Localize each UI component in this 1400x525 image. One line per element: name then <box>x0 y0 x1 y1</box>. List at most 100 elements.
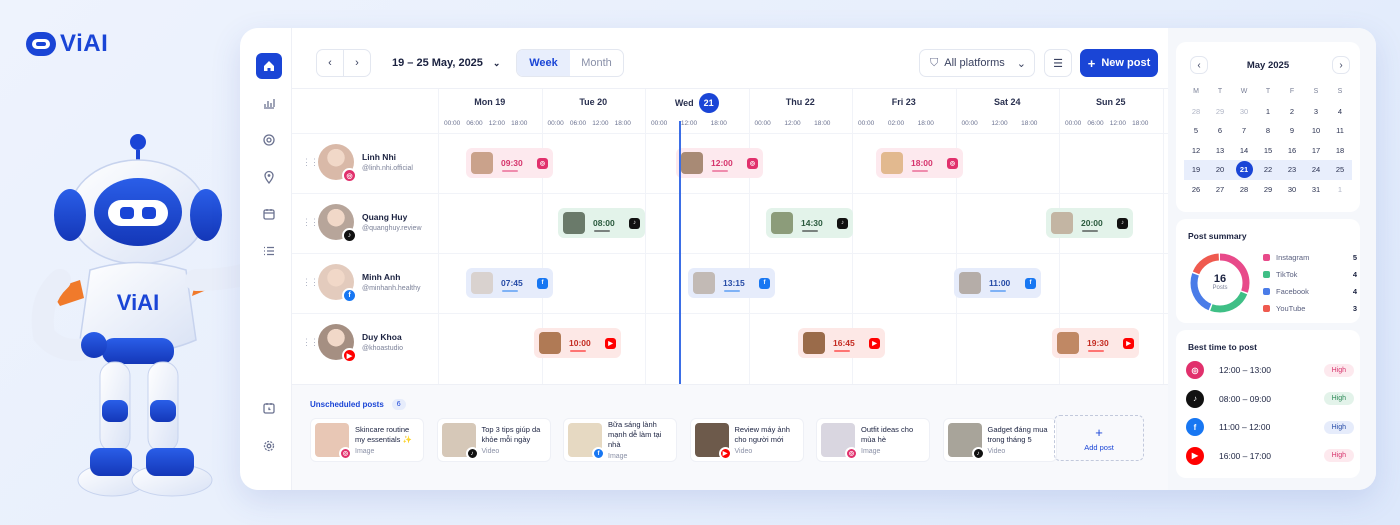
nav-settings[interactable] <box>256 433 282 459</box>
sidebar <box>240 28 292 490</box>
scheduled-post[interactable]: 11:00 f <box>954 268 1041 298</box>
nav-calendar[interactable] <box>256 201 282 227</box>
drag-handle-icon[interactable]: ⋮⋮ <box>302 337 319 348</box>
scheduled-post[interactable]: 14:30 ♪ <box>766 208 853 238</box>
nav-location[interactable] <box>256 164 282 190</box>
calendar-day[interactable]: 8 <box>1256 121 1280 141</box>
nav-goals[interactable] <box>256 127 282 153</box>
calendar-day[interactable]: 23 <box>1280 160 1304 180</box>
calendar-day[interactable]: 27 <box>1208 180 1232 200</box>
nav-list[interactable] <box>256 238 282 264</box>
best-time-range: 12:00 – 13:00 <box>1219 365 1271 375</box>
calendar-day[interactable]: 31 <box>1304 180 1328 200</box>
settings-icon <box>263 440 275 452</box>
scheduled-post[interactable]: 13:15 f <box>688 268 775 298</box>
calendar-day[interactable]: 2 <box>1280 102 1304 122</box>
calendar-day[interactable]: 30 <box>1280 180 1304 200</box>
calendar-day[interactable]: 14 <box>1232 141 1256 161</box>
calendar-day[interactable]: 22 <box>1256 160 1280 180</box>
calendar-day[interactable]: 20 <box>1208 160 1232 180</box>
unscheduled-info: Review máy ảnh cho người mới Video <box>735 425 799 455</box>
nav-analytics[interactable] <box>256 90 282 116</box>
platform-filter[interactable]: ⛉ All platforms ⌄ <box>919 49 1035 77</box>
drag-handle-icon[interactable]: ⋮⋮ <box>302 277 319 288</box>
account-row-2: ⋮⋮ f Minh Anh @minhanh.healthy <box>302 264 420 303</box>
add-post-button[interactable]: + Add post <box>1054 415 1144 461</box>
calendar-day[interactable]: 26 <box>1184 180 1208 200</box>
tab-week[interactable]: Week <box>517 50 570 76</box>
scheduled-post[interactable]: 10:00 ▶ <box>534 328 621 358</box>
calendar-day[interactable]: 1 <box>1328 180 1352 200</box>
calendar-day[interactable]: 28 <box>1184 102 1208 122</box>
calendar-day[interactable]: 6 <box>1208 121 1232 141</box>
next-month-button[interactable]: › <box>1332 56 1350 74</box>
calendar-day[interactable]: 19 <box>1184 160 1208 180</box>
unscheduled-card[interactable]: ♪ Top 3 tips giúp da khỏe mỗi ngày Video <box>436 418 551 462</box>
calendar-day[interactable]: 18 <box>1328 141 1352 161</box>
unscheduled-title: Outfit ideas cho mùa hè <box>861 425 914 444</box>
date-range-picker[interactable]: 19 – 25 May, 2025 ⌄ <box>392 57 500 69</box>
calendar-day[interactable]: 28 <box>1232 180 1256 200</box>
account-info: Linh Nhi @linh.nhi.official <box>362 152 413 172</box>
account-handle: @quanghuy.review <box>362 225 422 232</box>
summary-total: 16 <box>1213 273 1227 285</box>
tab-month[interactable]: Month <box>570 50 623 76</box>
scheduled-post[interactable]: 09:30 ◎ <box>466 148 553 178</box>
scheduled-post[interactable]: 12:00 ◎ <box>676 148 763 178</box>
post-progress <box>594 230 610 232</box>
calendar-day[interactable]: 17 <box>1304 141 1328 161</box>
calendar-day[interactable]: 16 <box>1280 141 1304 161</box>
unscheduled-card[interactable]: ▶ Review máy ảnh cho người mới Video <box>689 418 804 462</box>
post-time: 08:00 <box>593 218 615 228</box>
unscheduled-card[interactable]: ◎ Skincare routine my essentials ✨ Image <box>310 418 424 462</box>
calendar-day[interactable]: 10 <box>1304 121 1328 141</box>
calendar-day[interactable]: 11 <box>1328 121 1352 141</box>
calendar-day[interactable]: 5 <box>1184 121 1208 141</box>
day-number: 29 <box>1215 106 1225 116</box>
scheduled-post[interactable]: 07:45 f <box>466 268 553 298</box>
calendar-day[interactable]: 25 <box>1328 160 1352 180</box>
drag-handle-icon[interactable]: ⋮⋮ <box>302 157 319 168</box>
nav-schedule[interactable] <box>256 395 282 421</box>
scheduled-post[interactable]: 18:00 ◎ <box>876 148 963 178</box>
unscheduled-card[interactable]: ◎ Outfit ideas cho mùa hè Image <box>816 418 930 462</box>
scheduled-post[interactable]: 20:00 ♪ <box>1046 208 1133 238</box>
calendar-day[interactable]: 4 <box>1328 102 1352 122</box>
scheduled-post[interactable]: 16:45 ▶ <box>798 328 885 358</box>
calendar-day[interactable]: 12 <box>1184 141 1208 161</box>
plus-icon: + <box>1087 55 1096 71</box>
prev-week-button[interactable]: ‹ <box>316 49 344 77</box>
calendar-day[interactable]: 3 <box>1304 102 1328 122</box>
unscheduled-title: Top 3 tips giúp da khỏe mỗi ngày <box>481 425 541 444</box>
date-range: 19 – 25 May, 2025 <box>392 57 483 69</box>
next-week-button[interactable]: › <box>343 49 371 77</box>
calendar-day[interactable]: 7 <box>1232 121 1256 141</box>
calendar-day[interactable]: 29 <box>1256 180 1280 200</box>
scheduled-post[interactable]: 08:00 ♪ <box>558 208 645 238</box>
day-number: 6 <box>1217 126 1223 136</box>
day-number: 4 <box>1337 106 1343 116</box>
unscheduled-card[interactable]: ♪ Gadget đáng mua trong tháng 5 Video <box>942 418 1057 462</box>
post-thumbnail <box>471 152 493 174</box>
calendar-day[interactable]: 13 <box>1208 141 1232 161</box>
calendar-day[interactable]: 29 <box>1208 102 1232 122</box>
calendar-day[interactable]: 9 <box>1280 121 1304 141</box>
scheduled-post[interactable]: 19:30 ▶ <box>1052 328 1139 358</box>
unscheduled-card[interactable]: f Bữa sáng lành mạnh dễ làm tại nhà Image <box>563 418 677 462</box>
tiktok-icon: ♪ <box>837 217 848 229</box>
post-time: 07:45 <box>501 278 523 288</box>
tiktok-icon: ♪ <box>465 447 479 460</box>
calendar-day[interactable]: 1 <box>1256 102 1280 122</box>
best-time: Best time to post ◎ 12:00 – 13:00 High ♪ 08:… <box>1176 330 1360 478</box>
settings-filter-button[interactable]: ☰ <box>1044 49 1072 77</box>
calendar-day[interactable]: 21 <box>1232 160 1256 180</box>
post-time: 12:00 <box>711 158 733 168</box>
day-number: 1 <box>1265 106 1271 116</box>
calendar-day[interactable]: 24 <box>1304 160 1328 180</box>
new-post-button[interactable]: + New post <box>1080 49 1158 77</box>
best-time-level: High <box>1323 392 1354 405</box>
drag-handle-icon[interactable]: ⋮⋮ <box>302 217 319 228</box>
nav-home[interactable] <box>256 53 282 79</box>
calendar-day[interactable]: 30 <box>1232 102 1256 122</box>
calendar-day[interactable]: 15 <box>1256 141 1280 161</box>
